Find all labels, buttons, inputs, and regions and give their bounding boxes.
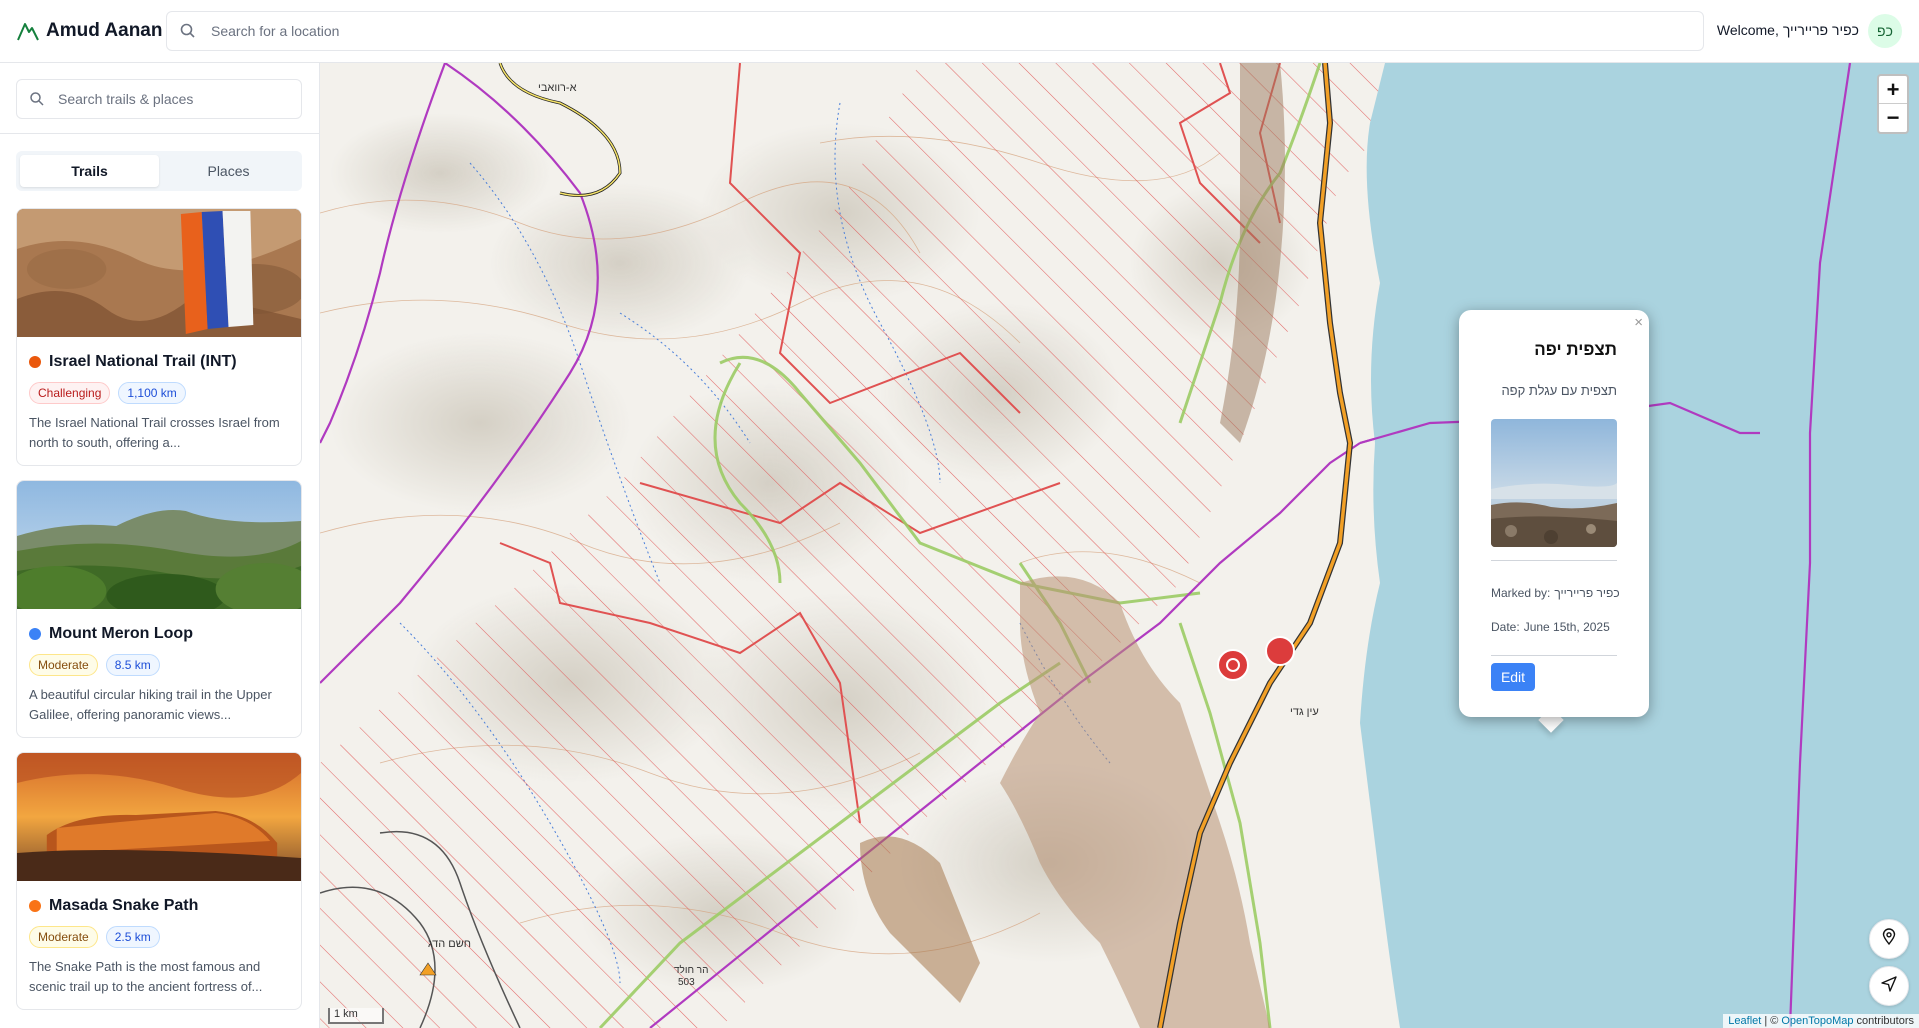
- popup-title: תצפית יפה: [1534, 340, 1617, 359]
- date-value: June 15th, 2025: [1523, 620, 1610, 634]
- distance-badge: 1,100 km: [118, 382, 186, 404]
- trail-color-dot: [29, 628, 41, 640]
- leaflet-link[interactable]: Leaflet: [1728, 1015, 1761, 1027]
- app-title: Amud Aanan: [46, 20, 163, 41]
- trail-title: Mount Meron Loop: [49, 625, 193, 642]
- difficulty-badge: Moderate: [29, 654, 98, 676]
- map-label-peak-elevation: 503: [678, 977, 695, 988]
- search-icon: [179, 22, 197, 40]
- trail-card[interactable]: Masada Snake Path Moderate 2.5 km The Sn…: [16, 752, 302, 1010]
- map-pin-icon: [1880, 927, 1898, 951]
- popup-close-button[interactable]: ×: [1634, 314, 1643, 331]
- locate-me-button[interactable]: [1869, 966, 1909, 1006]
- trail-title-row: Mount Meron Loop: [29, 625, 289, 643]
- add-place-button[interactable]: [1869, 919, 1909, 959]
- map-label-road: א-רוואבי: [538, 82, 577, 94]
- attribution-separator: | ©: [1764, 1015, 1779, 1027]
- map-label-place-2: חשם הדג: [428, 938, 471, 950]
- trail-title-row: Masada Snake Path: [29, 897, 289, 915]
- trail-image-int: [17, 209, 301, 337]
- trail-search-input[interactable]: [58, 91, 288, 107]
- popup-date: Date: June 15th, 2025: [1491, 620, 1610, 634]
- topo-map-canvas: א-רוואבי עין גדי חשם הדג הר חולד 503: [320, 63, 1919, 1028]
- popup-subtitle: תצפית עם עגלת קפה: [1501, 383, 1617, 398]
- map-label-peak: הר חולד: [674, 964, 708, 976]
- sidebar-tabs: Trails Places: [16, 151, 302, 191]
- trail-description: A beautiful circular hiking trail in the…: [29, 687, 272, 722]
- tab-trails[interactable]: Trails: [20, 155, 159, 187]
- distance-badge: 2.5 km: [105, 926, 160, 948]
- popup-divider: [1491, 655, 1617, 656]
- mountain-logo-icon: [16, 19, 40, 43]
- difficulty-badge: Moderate: [29, 926, 98, 948]
- brand[interactable]: Amud Aanan: [16, 19, 166, 43]
- trail-card[interactable]: Mount Meron Loop Moderate 8.5 km A beaut…: [16, 480, 302, 738]
- trail-search-box[interactable]: [16, 79, 302, 119]
- opentopomap-link[interactable]: OpenTopoMap: [1781, 1015, 1853, 1027]
- trail-card-body: Masada Snake Path Moderate 2.5 km The Sn…: [17, 881, 301, 1009]
- popup-photo: [1491, 419, 1617, 547]
- map-view[interactable]: א-רוואבי עין גדי חשם הדג הר חולד 503 + −…: [320, 63, 1919, 1028]
- trail-title: Israel National Trail (INT): [49, 353, 237, 370]
- place-popup: × תצפית יפה תצפית עם עגלת קפה Marked by:…: [1459, 310, 1649, 717]
- trail-color-dot: [29, 900, 41, 912]
- sidebar: Trails Places Israel National Trail (INT…: [0, 63, 320, 1028]
- trail-card-body: Mount Meron Loop Moderate 8.5 km A beaut…: [17, 609, 301, 737]
- user-avatar[interactable]: כפ: [1868, 14, 1902, 48]
- location-search-input[interactable]: [211, 23, 1611, 39]
- attribution-suffix: contributors: [1856, 1015, 1914, 1027]
- trail-image-masada: [17, 753, 301, 881]
- welcome-text: Welcome, כפיר פריירייך: [1717, 22, 1859, 38]
- app-header: Amud Aanan Welcome, כפיר פריירייך כפ: [0, 0, 1919, 63]
- trail-color-dot: [29, 356, 41, 368]
- map-label-place: עין גדי: [1290, 706, 1319, 718]
- marked-by-label: Marked by:: [1491, 586, 1551, 600]
- trail-description: The Snake Path is the most famous and sc…: [29, 959, 263, 994]
- location-search-box[interactable]: [166, 11, 1704, 51]
- date-label: Date:: [1491, 620, 1520, 634]
- user-name: כפיר פריירייך: [1782, 22, 1859, 38]
- trail-card-body: Israel National Trail (INT) Challenging …: [17, 337, 301, 465]
- trail-card[interactable]: Israel National Trail (INT) Challenging …: [16, 208, 302, 466]
- navigation-arrow-icon: [1880, 975, 1898, 998]
- zoom-in-button[interactable]: +: [1879, 76, 1907, 104]
- trail-title: Masada Snake Path: [49, 897, 199, 914]
- trail-badges: Challenging 1,100 km: [29, 382, 289, 404]
- sidebar-divider: [0, 133, 319, 134]
- trail-badges: Moderate 2.5 km: [29, 926, 289, 948]
- tab-places[interactable]: Places: [159, 155, 298, 187]
- difficulty-badge: Challenging: [29, 382, 111, 404]
- popup-marked-by: Marked by: כפיר פריירייך: [1491, 586, 1620, 600]
- welcome-prefix: Welcome,: [1716, 22, 1779, 38]
- map-scale: 1 km: [328, 1008, 384, 1024]
- trail-badges: Moderate 8.5 km: [29, 654, 289, 676]
- trail-description: The Israel National Trail crosses Israel…: [29, 415, 280, 450]
- marked-by-value: כפיר פריירייך: [1554, 586, 1620, 600]
- zoom-out-button[interactable]: −: [1879, 104, 1907, 132]
- search-icon: [29, 91, 45, 107]
- edit-button[interactable]: Edit: [1491, 663, 1535, 691]
- map-attribution: Leaflet | © OpenTopoMap contributors: [1723, 1014, 1919, 1028]
- popup-divider: [1491, 560, 1617, 561]
- distance-badge: 8.5 km: [105, 654, 160, 676]
- trail-image-meron: [17, 481, 301, 609]
- trail-title-row: Israel National Trail (INT): [29, 353, 289, 371]
- zoom-control: + −: [1877, 74, 1909, 134]
